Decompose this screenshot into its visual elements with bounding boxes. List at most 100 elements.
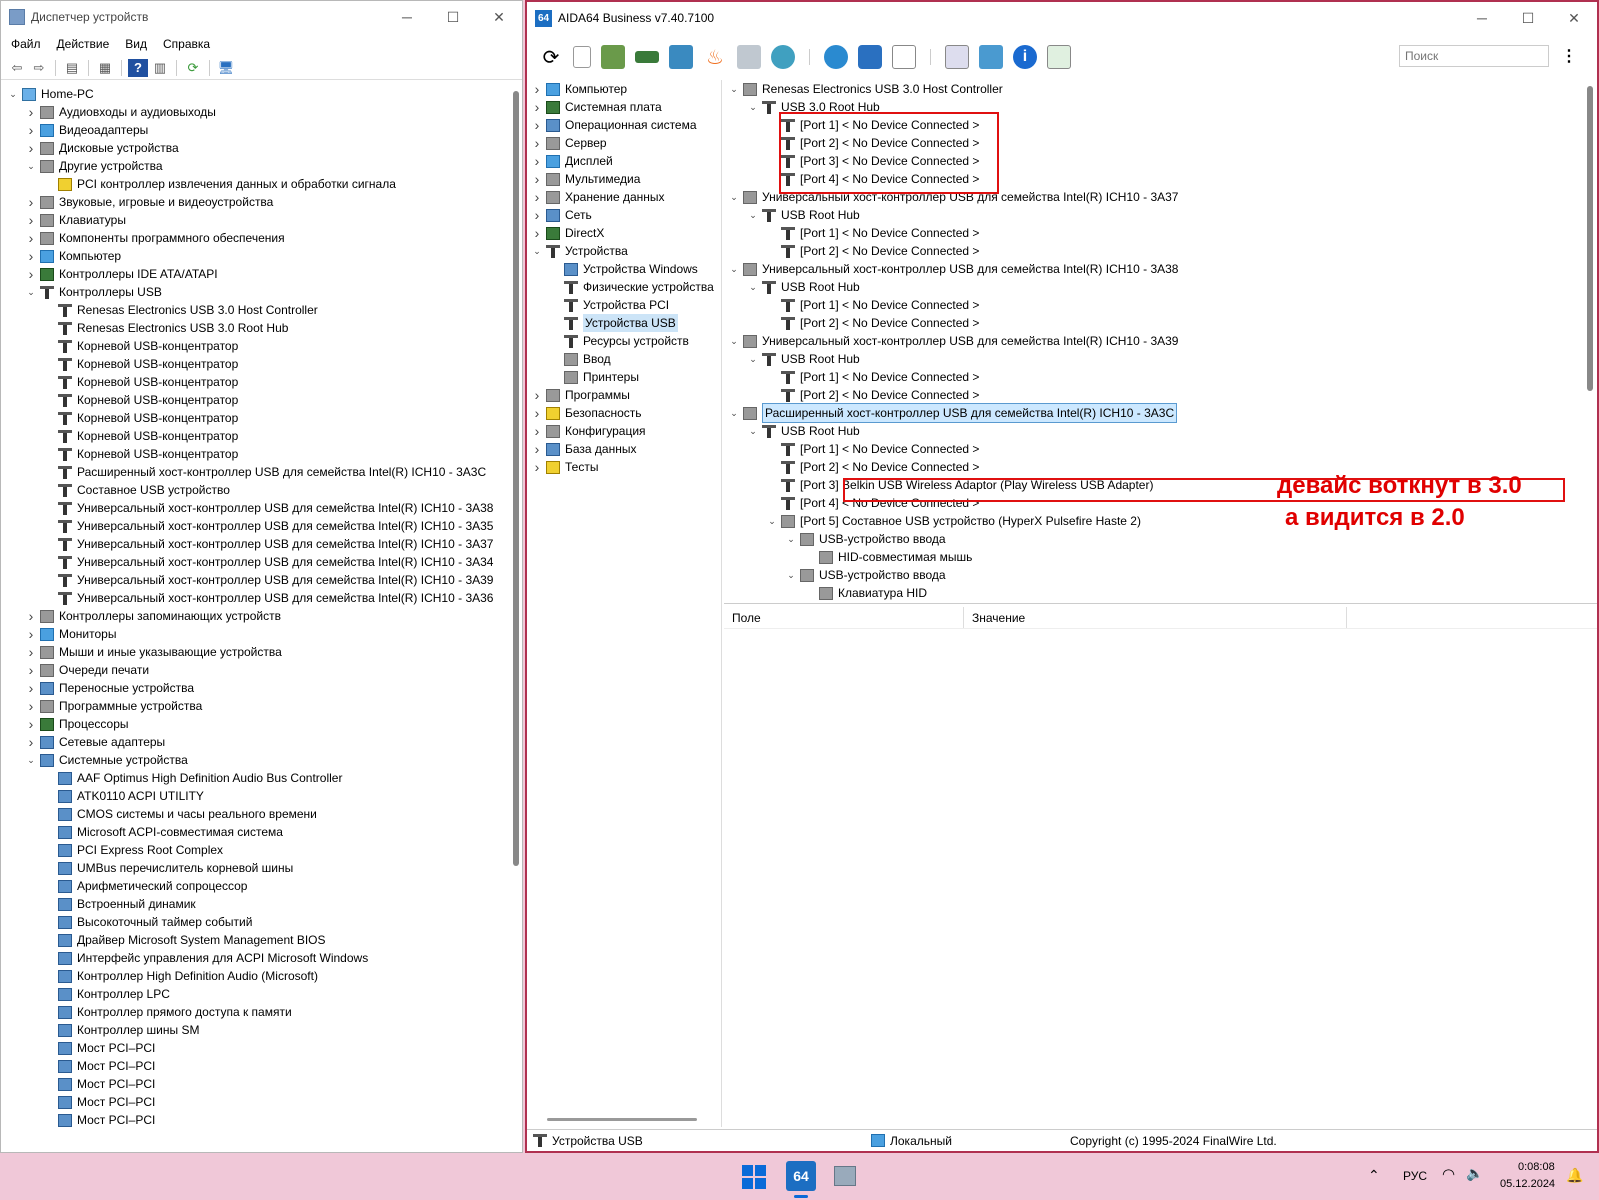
tree-item[interactable]: ⌄ USB-устройство ввода	[724, 530, 1597, 548]
tree-item[interactable]: › Мультимедиа	[527, 170, 721, 188]
tree-item[interactable]: HID-совместимая мышь	[724, 548, 1597, 566]
tree-item[interactable]: › Программные устройства	[1, 697, 508, 715]
tree-item[interactable]: Универсальный хост-контроллер USB для се…	[1, 589, 508, 607]
tree-item[interactable]: › Дисплей	[527, 152, 721, 170]
tree-item[interactable]: PCI контроллер извлечения данных и обраб…	[1, 175, 508, 193]
taskbar-device-manager-icon[interactable]	[834, 1166, 856, 1186]
tree-item[interactable]: ⌄ [Port 5] Составное USB устройство (Hype…	[724, 512, 1597, 530]
expand-chevron-icon[interactable]: ›	[531, 116, 543, 134]
close-button[interactable]: ✕	[476, 1, 522, 33]
benchmark-icon[interactable]	[737, 45, 761, 69]
menu-action[interactable]: Действие	[57, 37, 110, 51]
collapse-chevron-icon[interactable]: ⌄	[728, 80, 740, 98]
taskbar-aida64-icon[interactable]: 64	[786, 1161, 816, 1191]
expand-chevron-icon[interactable]: ›	[25, 103, 37, 121]
collapse-chevron-icon[interactable]: ⌄	[766, 512, 778, 530]
menu-help[interactable]: Справка	[163, 37, 210, 51]
tree-item[interactable]: ⌄ Универсальный хост-контроллер USB для с…	[724, 260, 1597, 278]
collapse-chevron-icon[interactable]: ⌄	[25, 157, 37, 175]
tree-item[interactable]: Ввод	[527, 350, 721, 368]
expand-chevron-icon[interactable]: ›	[25, 661, 37, 679]
tree-item[interactable]: › Системная плата	[527, 98, 721, 116]
disk-benchmark-icon[interactable]	[824, 45, 848, 69]
tree-item[interactable]: Универсальный хост-контроллер USB для се…	[1, 535, 508, 553]
expand-chevron-icon[interactable]: ›	[531, 98, 543, 116]
expand-chevron-icon[interactable]: ›	[25, 247, 37, 265]
tree-item[interactable]: › Тесты	[527, 458, 721, 476]
collapse-chevron-icon[interactable]: ⌄	[728, 188, 740, 206]
aida-minimize-button[interactable]: ─	[1459, 2, 1505, 34]
tree-item[interactable]: Расширенный хост-контроллер USB для семе…	[1, 463, 508, 481]
collapse-chevron-icon[interactable]: ⌄	[7, 85, 19, 103]
expand-chevron-icon[interactable]: ›	[531, 404, 543, 422]
help-icon[interactable]: ?	[128, 58, 148, 77]
tree-item[interactable]: Мост PCI–PCI	[1, 1039, 508, 1057]
database-icon[interactable]	[858, 45, 882, 69]
expand-chevron-icon[interactable]: ›	[531, 170, 543, 188]
tree-item[interactable]: Клавиатура HID	[724, 584, 1597, 602]
more-menu-icon[interactable]: ⋮	[1561, 46, 1577, 66]
expand-chevron-icon[interactable]: ›	[25, 265, 37, 283]
tree-item[interactable]: › Хранение данных	[527, 188, 721, 206]
tree-item[interactable]: Renesas Electronics USB 3.0 Host Control…	[1, 301, 508, 319]
tree-item[interactable]: Корневой USB-концентратор	[1, 355, 508, 373]
clock-date[interactable]: 05.12.2024	[1500, 1178, 1555, 1190]
column-value[interactable]: Значение	[964, 607, 1347, 628]
tree-item[interactable]: Интерфейс управления для ACPI Microsoft …	[1, 949, 508, 967]
expand-chevron-icon[interactable]: ›	[531, 224, 543, 242]
expand-chevron-icon[interactable]: ›	[531, 440, 543, 458]
expand-chevron-icon[interactable]: ›	[531, 188, 543, 206]
tree-item[interactable]: ⌄ Системные устройства	[1, 751, 508, 769]
tree-item[interactable]: Мост PCI–PCI	[1, 1057, 508, 1075]
collapse-chevron-icon[interactable]: ⌄	[747, 350, 759, 368]
tree-item[interactable]: Устройства USB	[527, 314, 721, 332]
tree-item[interactable]: ⌄ Home-PC	[1, 85, 508, 103]
tree-item[interactable]: › Контроллеры IDE ATA/ATAPI	[1, 265, 508, 283]
aida-close-button[interactable]: ✕	[1551, 2, 1597, 34]
expand-chevron-icon[interactable]: ›	[25, 679, 37, 697]
expand-chevron-icon[interactable]: ›	[25, 733, 37, 751]
tree-item[interactable]: ⌄ USB-устройство ввода	[724, 566, 1597, 584]
tree-item[interactable]: Универсальный хост-контроллер USB для се…	[1, 553, 508, 571]
expand-chevron-icon[interactable]: ›	[531, 206, 543, 224]
tree-item[interactable]: [Port 1] < No Device Connected >	[724, 440, 1597, 458]
tree-item[interactable]: Renesas Electronics USB 3.0 Root Hub	[1, 319, 508, 337]
tree-item[interactable]: Универсальный хост-контроллер USB для се…	[1, 499, 508, 517]
tree-item[interactable]: › Дисковые устройства	[1, 139, 508, 157]
expand-chevron-icon[interactable]: ›	[25, 625, 37, 643]
expand-chevron-icon[interactable]: ›	[25, 697, 37, 715]
tree-item[interactable]: Контроллер прямого доступа к памяти	[1, 1003, 508, 1021]
tree-item[interactable]: Корневой USB-концентратор	[1, 409, 508, 427]
forward-icon[interactable]: ⇨	[29, 59, 49, 77]
wifi-icon[interactable]: ◠	[1442, 1165, 1455, 1183]
tree-item[interactable]: ⌄ Контроллеры USB	[1, 283, 508, 301]
tree-item[interactable]: › Сервер	[527, 134, 721, 152]
tree-item[interactable]: Мост PCI–PCI	[1, 1111, 508, 1128]
expand-chevron-icon[interactable]: ›	[25, 211, 37, 229]
language-indicator[interactable]: РУС	[1403, 1169, 1427, 1183]
tree-item[interactable]: › Компьютер	[1, 247, 508, 265]
tree-item[interactable]: Корневой USB-концентратор	[1, 337, 508, 355]
tree-item[interactable]: [Port 1] < No Device Connected >	[724, 296, 1597, 314]
search-input[interactable]	[1399, 45, 1549, 67]
clock-time[interactable]: 0:08:08	[1518, 1161, 1555, 1173]
tree-item[interactable]: Драйвер Microsoft System Management BIOS	[1, 931, 508, 949]
tree-item[interactable]: AAF Optimus High Definition Audio Bus Co…	[1, 769, 508, 787]
bios-update-icon[interactable]	[945, 45, 969, 69]
tree-item[interactable]: PCI Express Root Complex	[1, 841, 508, 859]
tree-item[interactable]: ⌄ Расширенный хост-контроллер USB для сем…	[724, 403, 1597, 423]
tree-item[interactable]: Контроллер High Definition Audio (Micros…	[1, 967, 508, 985]
tree-item[interactable]: Высокоточный таймер событий	[1, 913, 508, 931]
tree-item[interactable]: › Клавиатуры	[1, 211, 508, 229]
column-field[interactable]: Поле	[724, 607, 964, 628]
collapse-chevron-icon[interactable]: ⌄	[728, 260, 740, 278]
tree-item[interactable]: CMOS системы и часы реального времени	[1, 805, 508, 823]
tree-item[interactable]: ⌄ USB Root Hub	[724, 422, 1597, 440]
collapse-chevron-icon[interactable]: ⌄	[747, 98, 759, 116]
motherboard-icon[interactable]	[601, 45, 625, 69]
tree-item[interactable]: › Сетевые адаптеры	[1, 733, 508, 751]
tree-item[interactable]: Контроллер LPC	[1, 985, 508, 1003]
show-hidden-icons[interactable]: ⌃	[1368, 1167, 1380, 1184]
tree-item[interactable]: Встроенный динамик	[1, 895, 508, 913]
menu-view[interactable]: Вид	[125, 37, 147, 51]
